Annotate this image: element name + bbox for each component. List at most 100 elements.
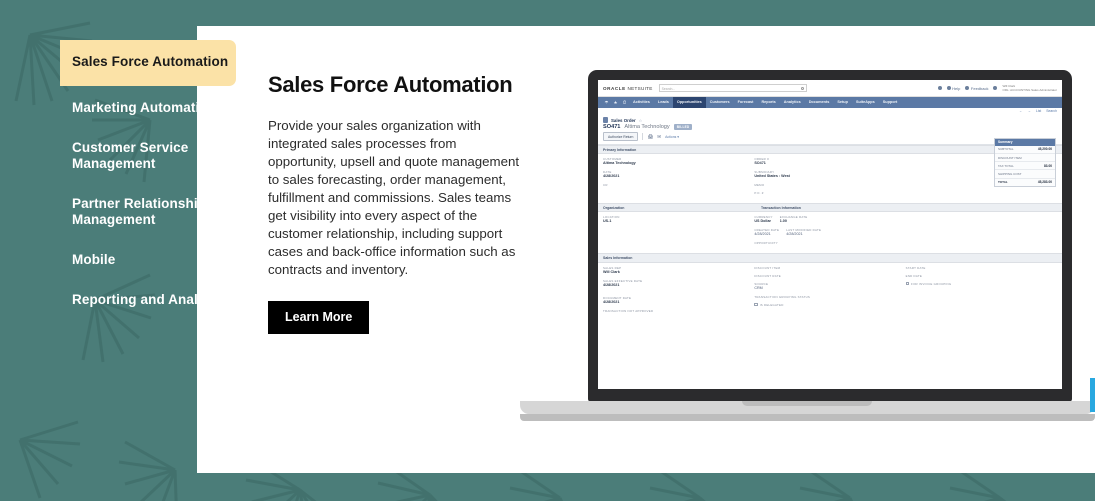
nav-item-analytics[interactable]: Analytics bbox=[780, 97, 805, 108]
sidebar-item-customer-service-management[interactable]: Customer Service Management bbox=[60, 128, 240, 184]
checkbox-label: IS DELEGATED bbox=[759, 302, 784, 307]
sales-column-2: DISCOUNT ITEM DISCOUNT RATE SOURCE CRM T… bbox=[754, 266, 905, 313]
summary-label: SUBTOTAL bbox=[998, 147, 1014, 152]
sidebar-item-mobile[interactable]: Mobile bbox=[60, 240, 240, 280]
summary-row-subtotal: SUBTOTAL 45,200.00 bbox=[995, 146, 1055, 154]
recent-icon[interactable]: ⏱ bbox=[620, 100, 629, 105]
favorite-star-icon[interactable]: ☆ bbox=[639, 118, 643, 123]
checkbox-box bbox=[754, 302, 758, 307]
user-icon[interactable] bbox=[993, 86, 998, 90]
sidebar-item-partner-relationship-management[interactable]: Partner Relationship Management bbox=[60, 184, 240, 240]
field-value[interactable]: Altima Technology bbox=[603, 161, 754, 166]
field-document-date: DOCUMENT DATE 4/28/2021 bbox=[603, 296, 754, 305]
record-title-row: SO471 Altima Technology BILLED bbox=[598, 124, 1062, 132]
field-value[interactable]: 1.00 bbox=[780, 219, 808, 224]
nav-item-activities[interactable]: Activities bbox=[629, 97, 654, 108]
user-info[interactable]: Will Clark ORL: ACCOUNTING Sales Adminis… bbox=[1002, 84, 1057, 92]
feedback-label: Feedback bbox=[970, 85, 989, 91]
nav-item-documents[interactable]: Documents bbox=[805, 97, 834, 108]
nav-item-forecast[interactable]: Forecast bbox=[734, 97, 758, 108]
main-content: Sales Force Automation Provide your sale… bbox=[268, 72, 520, 334]
learn-more-button[interactable]: Learn More bbox=[268, 301, 370, 334]
nav-item-leads[interactable]: Leads bbox=[654, 97, 673, 108]
laptop-base bbox=[520, 401, 1095, 414]
pager-next-button[interactable]: → bbox=[1028, 109, 1031, 113]
pager-search-link[interactable]: Search bbox=[1046, 109, 1057, 113]
field-label: START DATE bbox=[905, 265, 926, 270]
global-search-input[interactable]: Search... bbox=[658, 84, 807, 92]
nav-item-suiteapps[interactable]: SuiteApps bbox=[852, 97, 879, 108]
summary-row-total: TOTAL 45,283.00 bbox=[995, 179, 1055, 186]
authorize-return-button[interactable]: Authorize Return bbox=[603, 132, 639, 141]
nav-item-support[interactable]: Support bbox=[879, 97, 902, 108]
status-badge: BILLED bbox=[673, 124, 693, 130]
field-value[interactable]: Will Clark bbox=[603, 270, 754, 275]
record-customer-name: Altima Technology bbox=[624, 124, 670, 130]
field-transaction-grouping-status: TRANSACTION GROUPING STATUS bbox=[754, 295, 905, 299]
section-organization: Organization bbox=[598, 203, 756, 213]
field-source: SOURCE CRM bbox=[754, 282, 905, 291]
checkbox-is-delegated[interactable]: IS DELEGATED bbox=[754, 303, 905, 307]
organization-column: LOCATION US-1 bbox=[603, 215, 754, 249]
field-last-modified-date: LAST MODIFIED DATE 4/28/2021 bbox=[786, 228, 821, 237]
field-customer: CUSTOMER Altima Technology bbox=[603, 157, 754, 166]
field-value: 4/28/2021 bbox=[754, 232, 771, 237]
sidebar-item-label: Mobile bbox=[72, 252, 116, 267]
sidebar-item-marketing-automation[interactable]: Marketing Automation bbox=[60, 88, 240, 128]
transaction-spacer-column bbox=[906, 215, 1057, 249]
section-primary-information: Primary Information bbox=[598, 145, 1062, 155]
summary-label: DISCOUNT ITEM bbox=[998, 155, 1022, 160]
nav-item-reports[interactable]: Reports bbox=[757, 97, 779, 108]
pager-list-link[interactable]: List bbox=[1036, 109, 1041, 113]
print-icon[interactable]: 🖨 bbox=[647, 134, 653, 140]
feedback-icon[interactable]: Feedback bbox=[965, 86, 988, 91]
email-icon[interactable]: ✉ bbox=[657, 134, 661, 140]
field-label: P.O. # bbox=[754, 191, 764, 196]
sidebar-item-label: Customer Service Management bbox=[72, 140, 189, 171]
nav-item-customers[interactable]: Customers bbox=[706, 97, 734, 108]
sidebar-item-sales-force-automation[interactable]: Sales Force Automation bbox=[60, 40, 236, 86]
field-end-date: END DATE bbox=[906, 274, 1057, 278]
field-label: OPPORTUNITY bbox=[754, 241, 778, 246]
favorites-icon[interactable]: ★ bbox=[611, 100, 620, 106]
chevron-down-icon: ▾ bbox=[677, 134, 679, 139]
sidebar-item-label: Marketing Automation bbox=[72, 100, 217, 115]
help-icon[interactable]: Help bbox=[946, 86, 960, 91]
laptop-foot bbox=[520, 414, 1095, 421]
field-label: DISCOUNT ITEM bbox=[754, 265, 781, 270]
record-id: SO471 bbox=[603, 124, 621, 130]
field-value[interactable]: 4/28/2021 bbox=[603, 283, 754, 288]
summary-row-tax-total: TAX TOTAL 83.00 bbox=[995, 162, 1055, 171]
actions-menu[interactable]: Actions ▾ bbox=[665, 135, 679, 139]
sidebar-item-reporting-and-analytics[interactable]: Reporting and Analytics bbox=[60, 280, 240, 320]
nav-item-setup[interactable]: Setup bbox=[833, 97, 852, 108]
field-discount-rate: DISCOUNT RATE bbox=[754, 274, 905, 278]
field-start-date: START DATE bbox=[906, 266, 1057, 270]
field-label: DISCOUNT RATE bbox=[754, 273, 781, 278]
nav-item-opportunities[interactable]: Opportunities bbox=[672, 97, 706, 108]
chat-tab[interactable] bbox=[1090, 378, 1095, 412]
record-type-label: Sales Order bbox=[611, 117, 636, 123]
summary-label: SHIPPING COST bbox=[998, 171, 1022, 176]
field-value[interactable]: 4/28/2021 bbox=[603, 300, 754, 305]
search-icon bbox=[800, 86, 804, 90]
field-value[interactable]: US Dollar bbox=[754, 219, 772, 224]
home-icon[interactable]: ☂ bbox=[602, 100, 611, 106]
field-value[interactable]: United States : West bbox=[754, 174, 905, 179]
field-value[interactable]: US-1 bbox=[603, 219, 754, 224]
field-order-number: ORDER # SO471 bbox=[754, 157, 905, 166]
field-label: TRANSACTION GROUPING STATUS bbox=[754, 294, 811, 299]
summary-row-shipping-cost: SHIPPING COST bbox=[995, 170, 1055, 179]
field-value[interactable]: SO471 bbox=[754, 161, 905, 166]
record-action-bar: Authorize Return 🖨 ✉ Actions ▾ bbox=[598, 132, 1062, 145]
checkbox-for-invoice-grouping[interactable]: FOR INVOICE GROUPING bbox=[905, 282, 1057, 286]
globe-icon[interactable] bbox=[937, 86, 942, 90]
field-discount-item: DISCOUNT ITEM bbox=[754, 266, 905, 270]
field-value[interactable]: 4/28/2021 bbox=[603, 174, 754, 179]
pager-prev-button[interactable]: ← bbox=[1019, 109, 1022, 113]
user-role: ORL: ACCOUNTING Sales Administrator bbox=[1002, 88, 1057, 92]
netsuite-topbar: ORACLE NETSUITE Search... Help Feedback bbox=[598, 80, 1062, 97]
sidebar-item-label: Sales Force Automation bbox=[72, 54, 229, 69]
sidebar-item-label: Partner Relationship Management bbox=[72, 196, 207, 227]
divider bbox=[642, 133, 644, 140]
